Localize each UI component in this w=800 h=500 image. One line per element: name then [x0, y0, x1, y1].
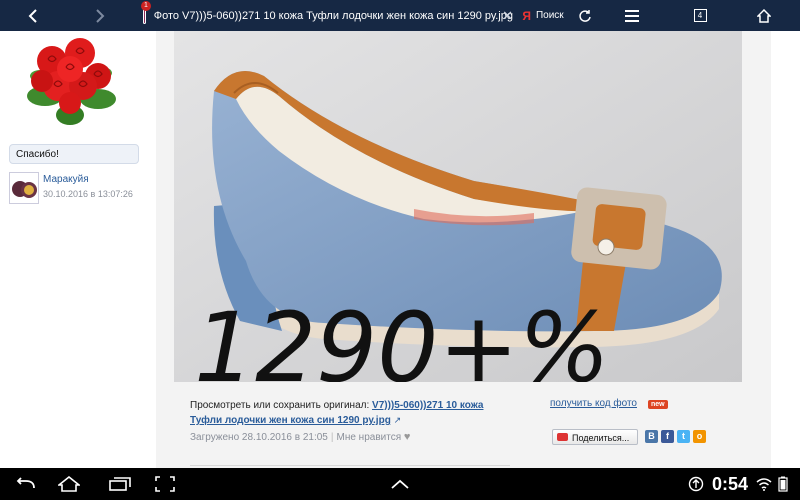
avatar[interactable] — [9, 172, 39, 204]
data-saver-icon — [688, 476, 704, 492]
comments-sidebar: Спасибо! Маракуйя 30.10.2016 в 13:07:26 — [0, 31, 148, 468]
system-back-button[interactable] — [10, 468, 40, 500]
recent-apps-icon — [109, 477, 131, 491]
vk-share-icon[interactable]: В — [645, 430, 658, 443]
tab-count-badge: 1 — [141, 0, 151, 11]
passion-fruit-avatar-icon — [12, 181, 37, 198]
tab-close-icon[interactable]: ✕ — [502, 8, 513, 24]
roses-sticker-image — [27, 38, 116, 125]
menu-icon — [625, 9, 639, 22]
home-button[interactable] — [752, 0, 776, 31]
get-photo-code-link[interactable]: получить код фото — [550, 398, 637, 409]
comment-date: 30.10.2016 в 13:07:26 — [43, 189, 133, 199]
divider — [190, 465, 510, 466]
original-prefix-text: Просмотреть или сохранить оригинал: — [190, 400, 373, 411]
heart-icon[interactable]: ♥ — [404, 431, 411, 443]
tabs-icon: 4 — [693, 9, 707, 22]
screenshot-button[interactable] — [150, 468, 180, 500]
comment-bubble: Спасибо! — [9, 144, 139, 164]
screenshot-icon — [155, 476, 175, 492]
battery-icon — [778, 476, 788, 492]
system-navigation-bar: 0:54 — [0, 468, 800, 500]
new-badge: new — [648, 400, 668, 409]
back-arrow-icon — [16, 477, 35, 489]
comment-author-link[interactable]: Маракуйя — [43, 174, 89, 185]
home-icon — [58, 476, 80, 492]
like-label[interactable]: Мне нравится — [336, 432, 401, 443]
original-link-block: Просмотреть или сохранить оригинал: V7))… — [190, 399, 490, 428]
odnoklassniki-share-icon[interactable]: о — [693, 430, 706, 443]
share-button[interactable]: Поделиться... — [552, 429, 638, 445]
home-icon — [757, 8, 771, 23]
facebook-share-icon[interactable]: f — [661, 430, 674, 443]
chevron-up-icon — [391, 479, 409, 489]
forward-button[interactable] — [85, 0, 115, 31]
separator: | — [330, 432, 334, 443]
browser-tab[interactable]: 1 Фото V7)))5-060))271 10 кожа Туфли лод… — [133, 0, 513, 31]
clock: 0:54 — [711, 473, 748, 494]
browser-toolbar: 1 Фото V7)))5-060))271 10 кожа Туфли лод… — [0, 0, 800, 31]
back-icon — [28, 8, 37, 23]
tabs-button[interactable]: 4 — [690, 0, 710, 31]
shoe-photo[interactable]: 1290+% — [174, 31, 742, 382]
search-label: Поиск — [535, 10, 564, 21]
refresh-button[interactable] — [575, 0, 595, 31]
site-favicon-icon: 1 — [141, 0, 151, 24]
tab-title: Фото V7)))5-060))271 10 кожа Туфли лодоч… — [153, 9, 513, 22]
external-link-icon: ↗ — [393, 415, 402, 425]
search-button[interactable]: Я Поиск — [518, 0, 568, 31]
menu-button[interactable] — [620, 0, 644, 31]
wifi-icon — [756, 478, 772, 491]
upload-info: Загружено 28.10.2016 в 21:05 | Мне нравитс… — [190, 431, 410, 443]
share-icon — [557, 433, 568, 441]
handwritten-price-text: 1290+% — [194, 292, 610, 382]
share-label: Поделиться... — [572, 433, 630, 443]
twitter-share-icon[interactable]: t — [677, 430, 690, 443]
yandex-logo-icon: Я — [522, 8, 531, 23]
system-up-button[interactable] — [385, 468, 415, 500]
status-area: 0:54 — [688, 468, 788, 500]
refresh-icon — [579, 9, 591, 22]
system-home-button[interactable] — [54, 468, 84, 500]
system-recent-apps-button[interactable] — [105, 468, 135, 500]
back-button[interactable] — [18, 0, 48, 31]
forward-icon — [96, 8, 105, 23]
upload-date: Загружено 28.10.2016 в 21:05 — [190, 432, 328, 443]
